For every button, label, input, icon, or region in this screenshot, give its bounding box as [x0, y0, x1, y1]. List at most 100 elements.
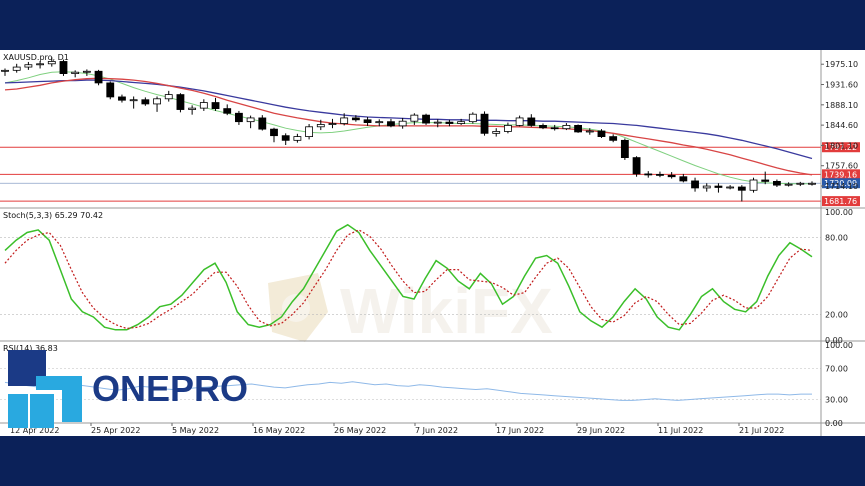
candle-body-bull — [12, 66, 21, 71]
candle — [796, 181, 805, 187]
candle-body-bear — [527, 117, 536, 126]
candle — [94, 69, 103, 86]
candle — [270, 127, 278, 143]
candle-body-bull — [749, 179, 758, 191]
candle — [82, 69, 91, 76]
candle — [1, 68, 9, 76]
candle-body-bull — [515, 117, 524, 126]
candle-body-bear — [94, 70, 103, 84]
candle-body-bull — [492, 131, 501, 134]
moving-average-mid-line — [4, 77, 813, 176]
candle-body-bear — [106, 82, 115, 98]
candle — [305, 124, 313, 140]
candle — [737, 185, 746, 202]
candle-body-bull — [808, 182, 816, 185]
candle-body-bear — [656, 174, 664, 176]
time-axis-tick-label: 21 Jul 2022 — [739, 426, 784, 435]
candle — [59, 59, 68, 76]
candle-body-bear — [620, 139, 629, 159]
onepro-logo: ONEPRO — [8, 350, 248, 428]
stoch-panel-title: Stoch(5,3,3) 65.29 70.42 — [3, 211, 103, 220]
candle — [199, 99, 208, 111]
candle — [632, 156, 641, 177]
candle-body-bull — [726, 186, 735, 189]
candle-body-bear — [644, 173, 653, 176]
time-axis-tick-label: 7 Jun 2022 — [415, 426, 458, 435]
candle-body-bear — [235, 112, 243, 123]
candle — [281, 133, 290, 145]
candle — [691, 177, 699, 192]
candle — [609, 134, 618, 143]
candle — [714, 183, 723, 193]
candle — [515, 115, 524, 127]
time-axis-tick-label: 29 Jun 2022 — [577, 426, 625, 435]
candle — [36, 61, 44, 69]
candle — [679, 173, 688, 183]
stoch-axis-tick-label: 80.00 — [825, 234, 848, 243]
candle-body-bear — [270, 128, 278, 137]
candle-body-bull — [340, 117, 349, 124]
candle — [246, 115, 255, 129]
candle-body-bull — [305, 126, 313, 138]
candle — [118, 94, 126, 103]
candle — [562, 123, 571, 131]
candle-body-bear — [445, 121, 454, 124]
watermark-text: WikiFX — [340, 275, 553, 347]
candle-body-bear — [211, 102, 220, 109]
time-axis-tick-label: 25 Apr 2022 — [91, 426, 140, 435]
price-panel-title: XAUUSD.pro, D1 — [3, 53, 69, 62]
candle-body-bull — [129, 99, 138, 102]
candle-body-bear — [59, 61, 68, 74]
candle — [527, 114, 536, 127]
price-axis-tick-label: 1888.10 — [825, 101, 858, 110]
candle — [71, 70, 80, 78]
time-axis-tick-label: 5 May 2022 — [172, 426, 219, 435]
candle-body-bull — [457, 121, 466, 124]
candle-body-bull — [504, 125, 512, 132]
candle — [644, 171, 653, 178]
candle — [702, 183, 711, 192]
candle-body-bear — [363, 119, 372, 124]
candle — [492, 128, 501, 137]
candle-body-bull — [328, 123, 337, 125]
time-axis-tick-label: 16 May 2022 — [253, 426, 305, 435]
time-axis-tick-label: 26 May 2022 — [334, 426, 386, 435]
candle — [141, 97, 150, 106]
candle — [422, 113, 430, 125]
rsi-axis-tick-label: 100.00 — [825, 341, 853, 350]
time-axis-tick-label: 17 Jun 2022 — [496, 426, 544, 435]
candle-body-bull — [24, 64, 33, 68]
time-axis-tick-label: 11 Jul 2022 — [658, 426, 703, 435]
candle-body-bull — [1, 69, 9, 72]
price-level-label: 1681.76 — [824, 197, 857, 206]
rsi-axis-tick-label: 70.00 — [825, 364, 848, 373]
candle — [387, 118, 395, 128]
candle — [363, 117, 372, 126]
wikifx-shield-icon — [268, 273, 328, 342]
candle — [235, 110, 243, 125]
candle — [129, 96, 138, 109]
candle — [749, 177, 758, 193]
candle — [188, 105, 197, 115]
candle-body-bear — [550, 127, 559, 130]
candle-body-bull — [246, 117, 255, 123]
candle-body-bull — [82, 70, 91, 73]
candle — [667, 172, 676, 179]
candle — [504, 122, 512, 134]
candle-body-bull — [468, 113, 477, 123]
rsi-axis-tick-label: 0.00 — [825, 419, 843, 428]
candle-body-bear — [761, 179, 770, 182]
candle-body-bull — [410, 114, 419, 122]
candle-body-bear — [632, 157, 641, 175]
candle-body-bear — [141, 99, 150, 105]
candle-body-bear — [539, 125, 547, 129]
candle — [153, 96, 161, 112]
candle-body-bear — [691, 180, 699, 189]
candle — [773, 179, 781, 187]
candle — [223, 104, 232, 116]
candle-body-bull — [796, 182, 805, 185]
candle — [328, 118, 337, 129]
candle-body-bull — [71, 71, 80, 75]
candle-body-bear — [258, 117, 267, 130]
candle — [176, 93, 185, 113]
